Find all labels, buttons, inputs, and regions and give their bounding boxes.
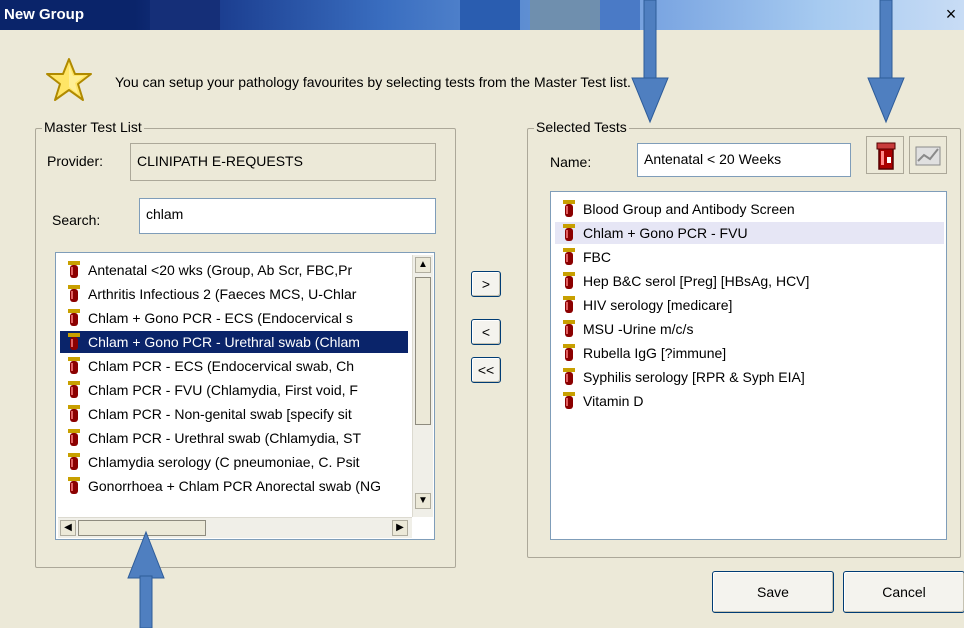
scroll-right-button[interactable]: ▶ [392,520,408,536]
list-item-label: Chlamydia serology (C pneumoniae, C. Psi… [88,454,360,470]
intro-text: You can setup your pathology favourites … [115,74,631,90]
list-item[interactable]: Gonorrhoea + Chlam PCR Anorectal swab (N… [60,475,408,497]
master-horizontal-scrollbar[interactable]: ◀ ▶ [58,517,412,538]
list-item-label: Chlam PCR - FVU (Chlamydia, First void, … [88,382,358,398]
scroll-up-button[interactable]: ▲ [415,257,431,273]
list-item-label: Arthritis Infectious 2 (Faeces MCS, U-Ch… [88,286,357,302]
list-item[interactable]: Hep B&C serol [Preg] [HBsAg, HCV] [555,270,944,292]
list-item[interactable]: Blood Group and Antibody Screen [555,198,944,220]
add-test-button[interactable]: > [471,271,501,297]
list-item-label: Antenatal <20 wks (Group, Ab Scr, FBC,Pr [88,262,353,278]
window-title: New Group [4,6,85,23]
list-item[interactable]: Chlam PCR - Urethral swab (Chlamydia, ST [60,427,408,449]
annotation-arrow-tube-button [867,0,905,124]
group-name-input[interactable]: Antenatal < 20 Weeks [637,143,851,177]
selected-tests-listbox[interactable]: Blood Group and Antibody Screen Chlam + G… [550,191,947,540]
test-tube-icon [68,357,80,374]
master-test-list-legend: Master Test List [42,119,144,135]
annotation-arrow-name-field [631,0,669,124]
selected-tests-legend: Selected Tests [534,119,629,135]
test-tube-icon [876,142,896,170]
test-tube-icon [563,392,575,409]
test-tube-icon [563,272,575,289]
provider-field: CLINIPATH E-REQUESTS [130,143,436,181]
scroll-down-button[interactable]: ▼ [415,493,431,509]
list-item-label: Hep B&C serol [Preg] [HBsAg, HCV] [583,273,810,289]
list-item-label: Chlam + Gono PCR - Urethral swab (Chlam [88,334,360,350]
star-icon [46,58,92,101]
list-item[interactable]: Chlamydia serology (C pneumoniae, C. Psi… [60,451,408,473]
list-item-label: Chlam + Gono PCR - ECS (Endocervical s [88,310,353,326]
scroll-left-button[interactable]: ◀ [60,520,76,536]
master-test-listbox[interactable]: Antenatal <20 wks (Group, Ab Scr, FBC,Pr… [55,252,435,540]
edit-group-button[interactable] [909,136,947,174]
remove-all-button[interactable]: << [471,357,501,383]
list-item-label: Chlam PCR - Urethral swab (Chlamydia, ST [88,430,362,446]
list-item-label: Vitamin D [583,393,644,409]
list-item[interactable]: Antenatal <20 wks (Group, Ab Scr, FBC,Pr [60,259,408,281]
list-item-label: HIV serology [medicare] [583,297,733,313]
test-tube-icon [563,344,575,361]
cancel-button[interactable]: Cancel [843,571,964,613]
list-item[interactable]: Chlam PCR - ECS (Endocervical swab, Ch [60,355,408,377]
list-item[interactable]: Chlam + Gono PCR - ECS (Endocervical s [60,307,408,329]
list-item[interactable]: Vitamin D [555,390,944,412]
test-tube-icon [563,320,575,337]
test-tube-add-button[interactable] [866,136,904,174]
test-tube-icon [563,248,575,265]
list-item-label: Gonorrhoea + Chlam PCR Anorectal swab (N… [88,478,381,494]
list-item-label: Rubella IgG [?immune] [583,345,727,361]
test-tube-icon [68,429,80,446]
list-item[interactable]: MSU -Urine m/c/s [555,318,944,340]
list-item[interactable]: HIV serology [medicare] [555,294,944,316]
search-input[interactable]: chlam [139,198,436,234]
test-tube-icon [68,405,80,422]
list-item[interactable]: Chlam PCR - Non-genital swab [specify si… [60,403,408,425]
test-tube-icon [68,477,80,494]
close-button[interactable]: × [944,5,958,23]
list-item-label: MSU -Urine m/c/s [583,321,694,337]
save-button[interactable]: Save [712,571,834,613]
test-tube-icon [563,296,575,313]
list-item[interactable]: Chlam + Gono PCR - FVU [555,222,944,244]
list-item[interactable]: Chlam PCR - FVU (Chlamydia, First void, … [60,379,408,401]
test-tube-icon [563,200,575,217]
test-tube-icon [563,224,575,241]
list-item-label: Blood Group and Antibody Screen [583,201,795,217]
list-item[interactable]: Arthritis Infectious 2 (Faeces MCS, U-Ch… [60,283,408,305]
test-tube-icon [563,368,575,385]
chart-icon [915,146,941,166]
list-item[interactable]: Rubella IgG [?immune] [555,342,944,364]
test-tube-icon [68,261,80,278]
name-label: Name: [550,154,592,170]
test-tube-icon [68,333,80,350]
list-item[interactable]: FBC [555,246,944,268]
list-item-label: Chlam PCR - ECS (Endocervical swab, Ch [88,358,355,374]
master-vertical-scrollbar[interactable]: ▲ ▼ [412,255,433,517]
scroll-thumb[interactable] [415,277,431,425]
list-item[interactable]: Syphilis serology [RPR & Syph EIA] [555,366,944,388]
list-item-label: Syphilis serology [RPR & Syph EIA] [583,369,805,385]
remove-test-button[interactable]: < [471,319,501,345]
annotation-arrow-scrollbar [127,530,165,628]
test-tube-icon [68,453,80,470]
list-item-label: Chlam + Gono PCR - FVU [583,225,748,241]
test-tube-icon [68,309,80,326]
test-tube-icon [68,381,80,398]
list-item[interactable]: Chlam + Gono PCR - Urethral swab (Chlam [60,331,408,353]
title-bar: New Group × [0,0,964,30]
provider-label: Provider: [47,153,104,169]
list-item-label: Chlam PCR - Non-genital swab [specify si… [88,406,352,422]
test-tube-icon [68,285,80,302]
search-label: Search: [52,212,101,228]
list-item-label: FBC [583,249,611,265]
